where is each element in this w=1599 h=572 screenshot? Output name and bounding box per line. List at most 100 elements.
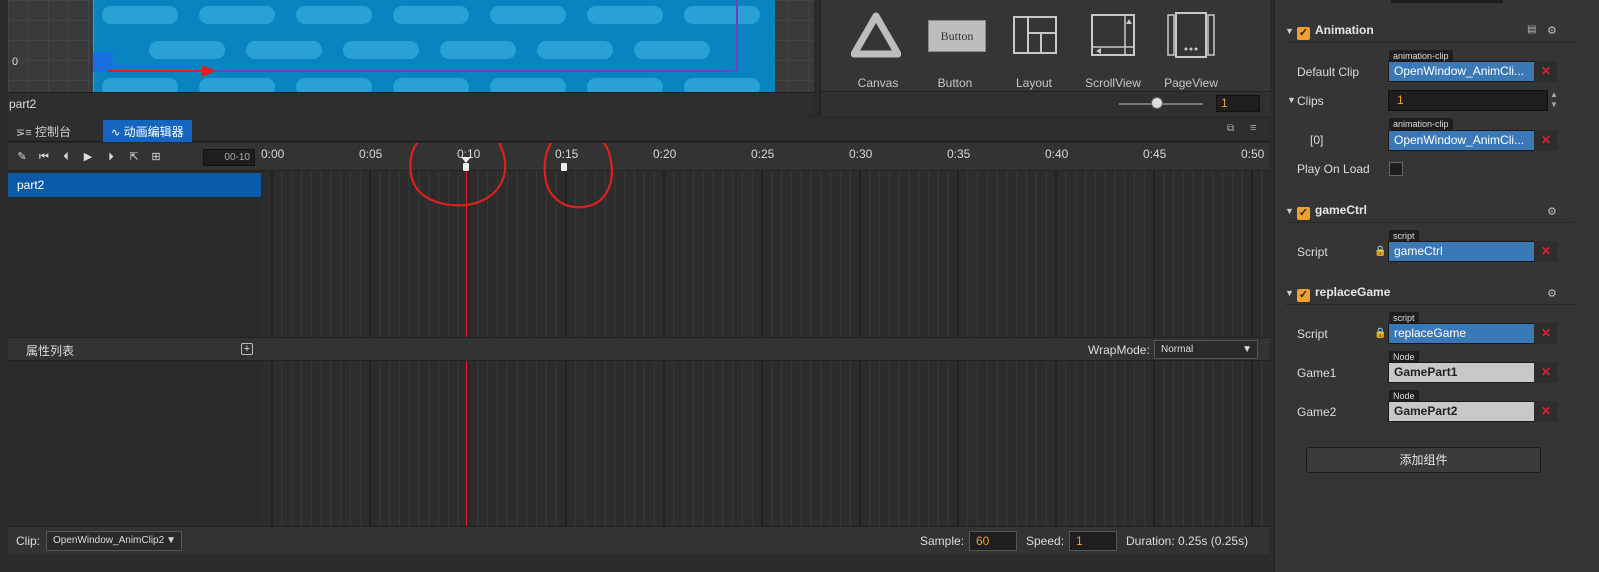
tick-label: 0:30 — [849, 147, 873, 161]
play-on-load-checkbox[interactable] — [1389, 162, 1403, 176]
script-field[interactable]: gameCtrl — [1388, 241, 1558, 262]
restore-icon[interactable]: ⧉ — [1227, 123, 1234, 134]
default-clip-field[interactable]: OpenWindow_AnimCli... — [1388, 61, 1558, 82]
scene-view[interactable]: 0 — [8, 0, 814, 92]
duration-text: Duration: 0.25s (0.25s) — [1126, 534, 1249, 548]
widget-label-canvas: Canvas — [857, 76, 899, 90]
component-title: gameCtrl — [1315, 203, 1368, 217]
game2-label: Game2 — [1297, 405, 1337, 419]
clear-icon[interactable]: ✕ — [1534, 130, 1558, 151]
property-list-header: 属性列表 + WrapMode: Normal ▼ — [8, 337, 1270, 361]
checkbox-icon[interactable]: ✓ — [1297, 27, 1310, 40]
tick-label: 0:40 — [1045, 147, 1069, 161]
component-header-replacegame[interactable]: ▼ ✓ replaceGame — [1285, 282, 1390, 302]
gear-icon[interactable]: ⚙ — [1547, 24, 1557, 37]
tick-label: 0:00 — [261, 147, 285, 161]
next-frame-icon[interactable]: ⏵ — [103, 149, 119, 165]
annotation-circle — [543, 143, 613, 209]
edit-icon[interactable]: ✎ — [14, 149, 30, 165]
checkbox-icon[interactable]: ✓ — [1297, 289, 1310, 302]
lock-icon: 🔒 — [1374, 328, 1387, 339]
animation-footer: Clip: OpenWindow_AnimClip2 ▼ Sample: 60 … — [8, 526, 1270, 554]
annotation-circle — [409, 143, 507, 207]
collapse-icon[interactable]: ▼ — [1285, 283, 1297, 303]
collapse-icon[interactable]: ▼ — [1285, 21, 1297, 41]
checkbox-icon[interactable]: ✓ — [1297, 207, 1310, 220]
clear-icon[interactable]: ✕ — [1534, 323, 1558, 344]
asset-type-tag: animation-clip — [1389, 118, 1453, 130]
widget-palette: Button Canvas Button Layout ScrollView P… — [820, 0, 1271, 116]
timeline-area[interactable]: 0:00 0:05 0:10 0:15 0:20 0:25 0:30 0:35 … — [261, 143, 1270, 337]
add-event-icon[interactable]: ⇱ — [126, 149, 142, 165]
tick-label: 0:25 — [751, 147, 775, 161]
axis-zero-label: 0 — [12, 56, 19, 68]
stepper-icon[interactable]: ▲ ▼ — [1550, 90, 1558, 110]
clear-icon[interactable]: ✕ — [1534, 61, 1558, 82]
widget-zoom-bar: 1 — [821, 91, 1271, 116]
selected-node-name: part2 — [9, 97, 37, 111]
component-header-gamectrl[interactable]: ▼ ✓ gameCtrl — [1285, 200, 1367, 220]
tab-animation-editor[interactable]: ∿ 动画编辑器 — [103, 120, 192, 142]
scrollview-icon[interactable] — [1091, 14, 1135, 56]
x-axis-arrow-icon[interactable] — [108, 64, 218, 78]
game1-label: Game1 — [1297, 366, 1337, 380]
canvas-icon — [851, 12, 901, 58]
add-property-icon[interactable]: + — [241, 343, 253, 355]
first-frame-icon[interactable]: ⏮ — [36, 149, 52, 165]
script-label: Script — [1297, 327, 1328, 341]
widget-canvas[interactable] — [851, 12, 901, 60]
divider — [1285, 222, 1575, 223]
layout-icon[interactable] — [1013, 16, 1057, 54]
sample-input[interactable]: 60 — [969, 531, 1017, 551]
speed-input[interactable]: 1 — [1069, 531, 1117, 551]
default-clip-label: Default Clip — [1297, 65, 1360, 79]
gear-icon[interactable]: ⚙ — [1547, 205, 1557, 218]
animation-icon: ∿ — [111, 127, 121, 139]
component-header-animation[interactable]: ▼ ✓ Animation — [1285, 20, 1374, 40]
widget-label-scrollview: ScrollView — [1085, 76, 1141, 90]
clear-icon[interactable]: ✕ — [1534, 362, 1558, 383]
tick-label: 0:05 — [359, 147, 383, 161]
tick-label: 0:45 — [1143, 147, 1167, 161]
property-list — [8, 361, 261, 526]
component-title: replaceGame — [1315, 285, 1391, 299]
editor-tabbar: ⋝≡ 控制台 ∿ 动画编辑器 ⧉ ≡ — [8, 118, 1270, 142]
prev-frame-icon[interactable]: ⏴ — [58, 149, 74, 165]
expand-icon[interactable]: ▼ — [1287, 95, 1296, 105]
scene-canvas-area[interactable] — [93, 0, 775, 92]
game2-field[interactable]: GamePart2 — [1388, 401, 1558, 422]
node-item-part2[interactable]: part2 — [8, 173, 261, 197]
pageview-icon[interactable] — [1167, 12, 1215, 58]
chevron-down-icon: ▼ — [166, 535, 176, 546]
book-icon[interactable]: ▤ — [1527, 24, 1536, 35]
zoom-slider-handle[interactable] — [1151, 97, 1163, 109]
clear-icon[interactable]: ✕ — [1534, 401, 1558, 422]
clip-value: OpenWindow_AnimClip2 — [53, 535, 165, 546]
tick-label: 0:50 — [1241, 147, 1265, 161]
menu-icon[interactable]: ≡ — [1250, 122, 1256, 134]
script-field[interactable]: replaceGame — [1388, 323, 1558, 344]
play-icon[interactable]: ▶ — [80, 149, 96, 165]
wrapmode-select[interactable]: Normal ▼ — [1154, 340, 1258, 359]
clip-select[interactable]: OpenWindow_AnimClip2 ▼ — [46, 531, 182, 551]
gear-icon[interactable]: ⚙ — [1547, 287, 1557, 300]
property-timeline-grid — [271, 361, 1263, 526]
collapse-icon[interactable]: ▼ — [1285, 201, 1297, 221]
button-icon[interactable]: Button — [928, 20, 986, 52]
tab-console[interactable]: ⋝≡ 控制台 — [8, 120, 79, 142]
frame-indicator[interactable]: 00-10 — [203, 149, 255, 166]
property-list-title: 属性列表 — [26, 344, 75, 358]
chevron-down-icon: ▼ — [1242, 344, 1252, 355]
console-icon: ⋝≡ — [16, 127, 32, 139]
add-keyframe-icon[interactable]: ⊞ — [148, 149, 164, 165]
add-component-button[interactable]: 添加组件 — [1306, 447, 1541, 473]
sample-label: Sample: — [920, 534, 965, 548]
speed-label: Speed: — [1026, 534, 1065, 548]
zoom-input[interactable]: 1 — [1216, 95, 1260, 112]
game1-field[interactable]: GamePart1 — [1388, 362, 1558, 383]
property-timeline[interactable] — [261, 361, 1270, 526]
clips-count-input[interactable]: 1 — [1388, 90, 1548, 111]
clip0-field[interactable]: OpenWindow_AnimCli... — [1388, 130, 1558, 151]
clear-icon[interactable]: ✕ — [1534, 241, 1558, 262]
clip-label: Clip: — [16, 534, 41, 548]
